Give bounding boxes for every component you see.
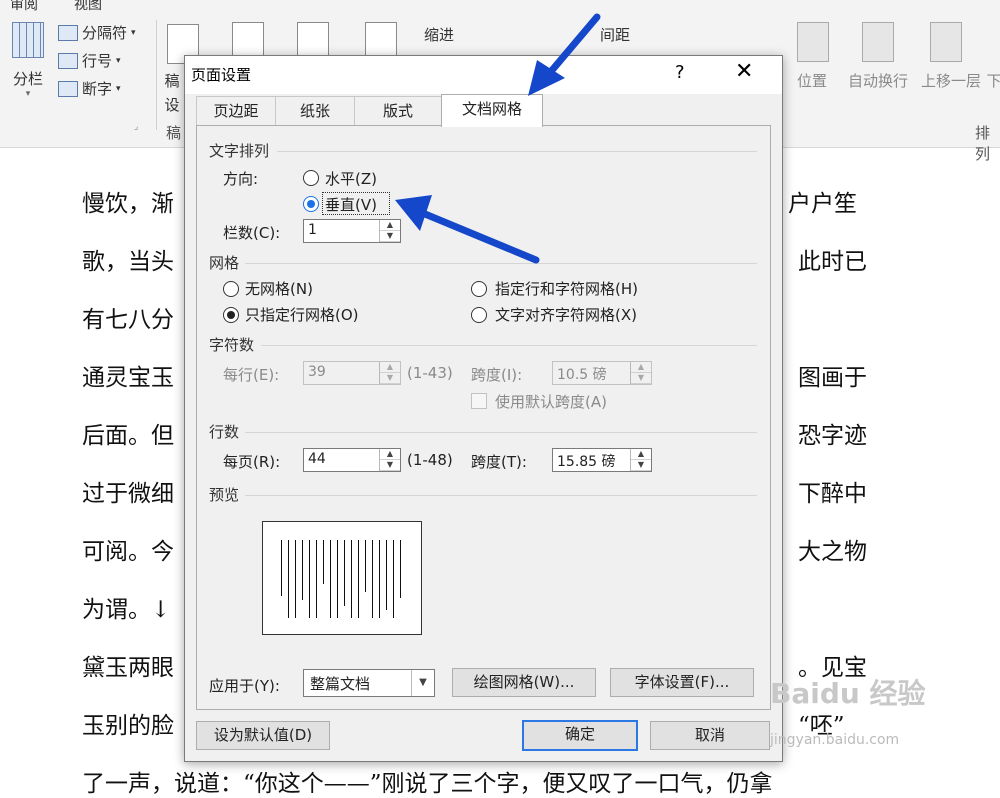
annotation-arrows [395,13,601,264]
arrow-icon [528,13,601,96]
arrow-icon [395,195,540,264]
